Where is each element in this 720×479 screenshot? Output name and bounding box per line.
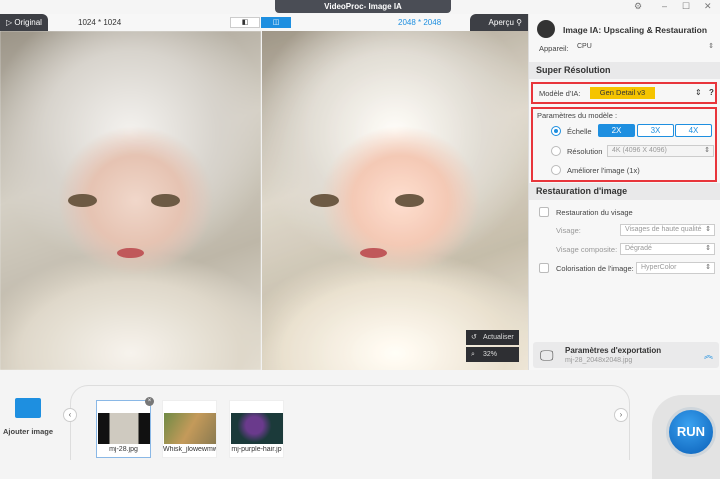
minimize-button[interactable]: – [662, 1, 667, 11]
scale-3x-button[interactable]: 3X [637, 124, 674, 137]
zoom-icon: ⌕ [471, 351, 475, 358]
add-image-icon[interactable] [15, 398, 41, 418]
composite-select[interactable]: Dégradé [620, 243, 715, 255]
run-button[interactable]: RUN [666, 407, 716, 457]
colorize-label: Colorisation de l'image: [556, 264, 634, 273]
model-select-arrow-icon[interactable]: ⇕ [695, 88, 702, 97]
original-tab[interactable]: ▷ Original [0, 14, 48, 31]
file-name: mj-purple-hair.jp [231, 446, 282, 453]
file-thumb[interactable]: mj-28.jpg × [96, 397, 154, 458]
help-icon[interactable]: ? [709, 88, 714, 97]
maximize-button[interactable]: ☐ [682, 1, 690, 12]
scale-4x-button[interactable]: 4X [675, 124, 712, 137]
panel-title: Image IA: Upscaling & Restauration [563, 25, 708, 35]
export-settings-icon: 🖵 [540, 347, 554, 363]
face-restore-checkbox[interactable] [539, 207, 549, 217]
colorize-select[interactable]: HyperColor [636, 262, 715, 274]
zoom-level: 32% [483, 351, 498, 358]
thumb-image [98, 413, 150, 444]
export-filename: mj-28_2048x2048.jpg [565, 357, 633, 364]
file-tray [70, 385, 630, 460]
title-bar: VideoProc- Image IA ⚙ – ☐ ✕ [0, 0, 720, 14]
scroll-left-button[interactable]: ‹ [63, 408, 77, 422]
export-title: Paramètres d'exportation [565, 346, 662, 355]
close-button[interactable]: ✕ [704, 1, 712, 12]
file-name: Whisk_jlowewmw [163, 446, 216, 453]
preview-image [262, 31, 528, 370]
zoom-button[interactable]: ⌕ 32% [466, 347, 519, 362]
settings-icon[interactable]: ⚙ [634, 1, 642, 12]
file-thumb[interactable]: mj-purple-hair.jp [229, 400, 284, 458]
preview-tab[interactable]: Aperçu ⚲ [470, 14, 528, 31]
super-resolution-heading: Super Résolution [529, 62, 720, 79]
add-image-label[interactable]: Ajouter image [3, 427, 53, 436]
scale-radio[interactable] [551, 126, 561, 136]
composite-label: Visage composite: [556, 245, 618, 254]
thumb-image [164, 413, 216, 444]
colorize-checkbox[interactable] [539, 263, 549, 273]
window-title: VideoProc- Image IA [275, 0, 451, 13]
model-select[interactable]: Gen Detail v3 [590, 87, 655, 99]
split-view-toggle[interactable]: ◧ [230, 17, 260, 28]
preview-label: Aperçu [488, 18, 514, 27]
refresh-icon: ↺ [471, 334, 477, 341]
original-resolution: 1024 * 1024 [78, 18, 122, 27]
enhance-radio[interactable] [551, 165, 561, 175]
ai-image-icon [537, 20, 555, 38]
search-icon: ⚲ [516, 18, 522, 27]
file-name: mj-28.jpg [109, 446, 138, 453]
remove-file-icon[interactable]: × [145, 397, 154, 406]
expand-icon[interactable]: ︽ [704, 348, 713, 361]
enhance-label: Améliorer l'image (1x) [567, 166, 640, 175]
params-label: Paramètres du modèle : [537, 111, 618, 120]
file-thumb[interactable]: Whisk_jlowewmw [162, 400, 217, 458]
output-resolution: 2048 * 2048 [398, 18, 442, 27]
side-by-side-toggle[interactable]: ◫ [261, 17, 291, 28]
refresh-label: Actualiser [483, 334, 514, 341]
refresh-button[interactable]: ↺ Actualiser [466, 330, 519, 345]
original-image [0, 31, 261, 370]
face-restore-label: Restauration du visage [556, 208, 633, 217]
settings-panel: Image IA: Upscaling & Restauration Appar… [528, 14, 720, 370]
thumb-image [231, 413, 283, 444]
model-label: Modèle d'IA: [539, 89, 581, 98]
resolution-label: Résolution [567, 147, 603, 156]
restoration-heading: Restauration d'image [529, 183, 720, 200]
scale-2x-button[interactable]: 2X [598, 124, 635, 137]
resolution-select[interactable]: 4K (4096 X 4096) [607, 145, 714, 157]
device-select[interactable]: CPU [573, 42, 717, 54]
device-label: Appareil: [539, 44, 569, 53]
resolution-radio[interactable] [551, 146, 561, 156]
visage-select[interactable]: Visages de haute qualité [620, 224, 715, 236]
scale-label: Échelle [567, 127, 592, 136]
visage-label: Visage: [556, 226, 581, 235]
scroll-right-button[interactable]: › [614, 408, 628, 422]
export-settings-bar[interactable]: 🖵 Paramètres d'exportation mj-28_2048x20… [533, 342, 719, 368]
